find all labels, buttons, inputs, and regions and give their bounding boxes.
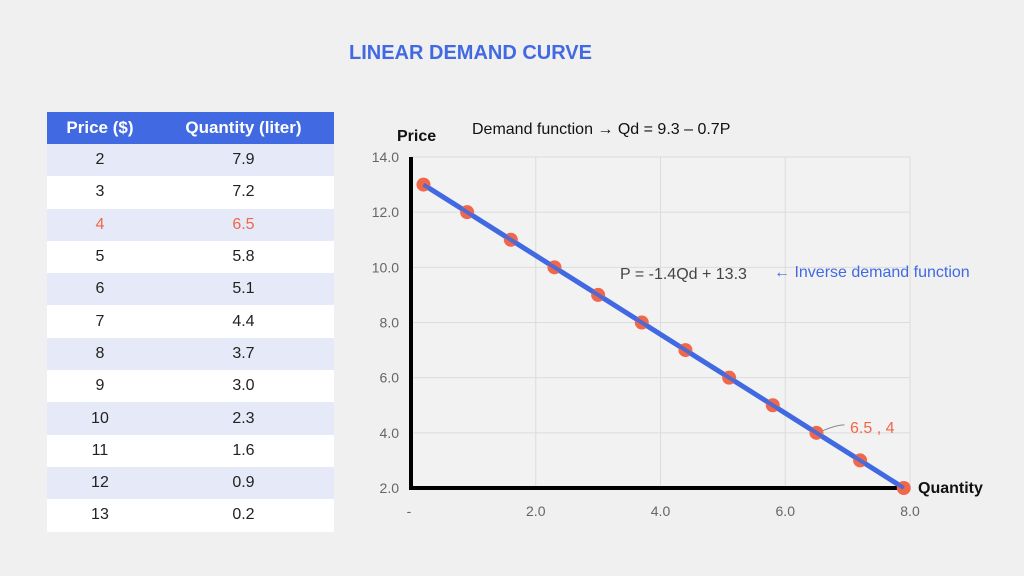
y-tick-label: 14.0	[372, 149, 399, 165]
y-tick-label: 4.0	[380, 425, 400, 441]
x-tick-label: 8.0	[900, 503, 920, 519]
inverse-label: ← Inverse demand function	[774, 264, 970, 281]
x-tick-label: 6.0	[776, 503, 796, 519]
x-tick-label: -	[407, 503, 412, 519]
point-label: 6.5 , 4	[850, 420, 895, 437]
y-tick-label: 10.0	[372, 259, 399, 275]
y-tick-label: 12.0	[372, 204, 399, 220]
x-tick-label: 4.0	[651, 503, 671, 519]
y-axis-label: Price	[397, 128, 437, 145]
demand-chart: 2.04.06.08.010.012.014.0- 2.0 4.0 6.0 8.0	[372, 149, 920, 519]
chart-title: Demand function → Qd = 9.3 – 0.7P	[472, 121, 731, 138]
inverse-formula: P = -1.4Qd + 13.3	[620, 266, 747, 283]
x-axis-label: Quantity	[918, 480, 983, 497]
y-tick-label: 8.0	[380, 315, 400, 331]
x-tick-label: 2.0	[526, 503, 546, 519]
y-tick-label: 2.0	[380, 480, 400, 496]
y-tick-label: 6.0	[380, 370, 400, 386]
